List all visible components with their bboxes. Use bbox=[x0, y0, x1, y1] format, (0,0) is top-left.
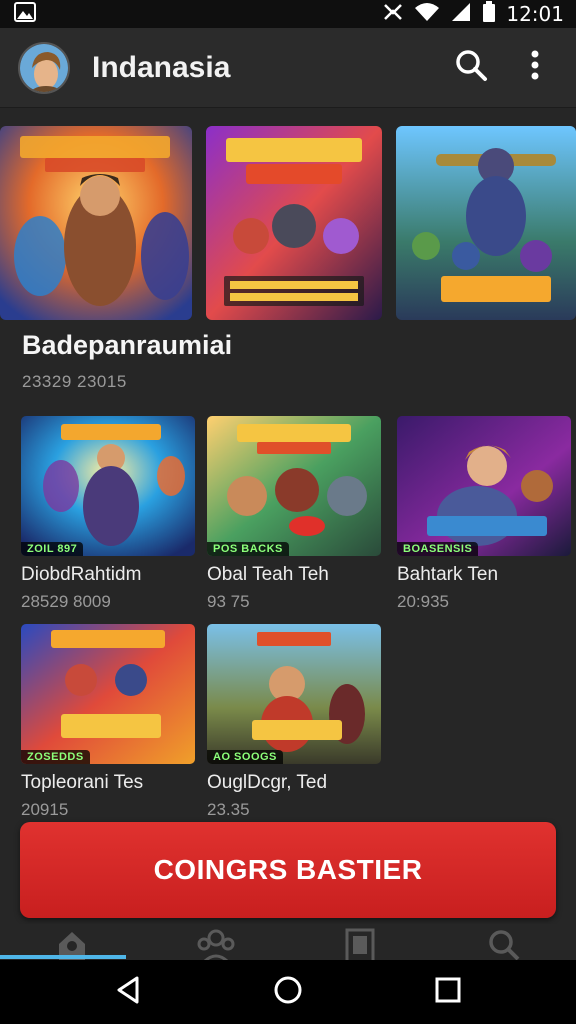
gallery-icon bbox=[14, 1, 36, 27]
search-icon bbox=[487, 924, 521, 960]
home-circle-icon bbox=[273, 975, 303, 1010]
game-meta: 23.35 bbox=[207, 800, 250, 819]
app-bar: Indanasia bbox=[0, 28, 576, 108]
thumbnail-tag: AO SOOGS bbox=[207, 750, 283, 764]
game-title: Topleorani Tes bbox=[21, 772, 144, 793]
game-title: Bahtark Ten bbox=[397, 564, 499, 585]
nfc-icon bbox=[382, 2, 404, 27]
system-navigation-bar bbox=[0, 960, 576, 1024]
status-bar: 12:01 bbox=[0, 0, 576, 28]
game-card[interactable]: AO SOOGS OuglDcgr, Ted 23.35 bbox=[207, 624, 381, 820]
more-vert-icon bbox=[530, 50, 540, 85]
cta-button[interactable]: COINGRS BASTIER bbox=[20, 822, 556, 918]
game-card[interactable]: ZOIL 897 DiobdRahtidm 28529 8009 bbox=[21, 416, 195, 612]
app-title: Indanasia bbox=[92, 50, 231, 84]
game-meta: 20:935 bbox=[397, 592, 449, 611]
home-button[interactable] bbox=[258, 970, 318, 1014]
people-icon bbox=[196, 924, 236, 960]
nav-people[interactable] bbox=[144, 924, 288, 960]
section-title: Badepanraumiai bbox=[22, 330, 233, 360]
avatar[interactable] bbox=[18, 41, 70, 94]
game-title: OuglDcgr, Ted bbox=[207, 772, 328, 793]
game-thumbnail: BOASENSIS bbox=[397, 416, 571, 556]
section-subtitle: 23329 23015 bbox=[22, 372, 127, 391]
app-screen: 12:01 Indanasia Badepanraumiai 23329 230… bbox=[0, 0, 576, 1024]
game-card[interactable]: ZOSEDDS Topleorani Tes 20915 bbox=[21, 624, 195, 820]
game-meta: 93 75 bbox=[207, 592, 250, 611]
back-icon bbox=[113, 975, 143, 1010]
game-meta: 20915 bbox=[21, 800, 69, 819]
nav-search[interactable] bbox=[432, 924, 576, 960]
cta-label: COINGRS BASTIER bbox=[153, 854, 423, 885]
battery-icon bbox=[482, 0, 496, 28]
thumbnail-tag: ZOSEDDS bbox=[21, 750, 90, 764]
search-icon bbox=[454, 48, 488, 87]
status-time: 12:01 bbox=[506, 2, 564, 26]
featured-card[interactable] bbox=[396, 126, 576, 320]
wifi-icon bbox=[414, 2, 440, 27]
game-thumbnail: POS BACKS bbox=[207, 416, 381, 556]
game-title: Obal Teah Teh bbox=[207, 564, 329, 585]
featured-carousel bbox=[0, 126, 576, 322]
game-title: DiobdRahtidm bbox=[21, 564, 142, 585]
more-options-button[interactable] bbox=[512, 45, 558, 91]
nav-library[interactable] bbox=[288, 924, 432, 960]
game-card[interactable]: BOASENSIS Bahtark Ten 20:935 bbox=[397, 416, 571, 612]
thumbnail-tag: BOASENSIS bbox=[397, 542, 479, 556]
search-button[interactable] bbox=[448, 45, 494, 91]
game-card[interactable]: POS BACKS Obal Teah Teh 93 75 bbox=[207, 416, 381, 612]
game-thumbnail: ZOIL 897 bbox=[21, 416, 195, 556]
recents-icon bbox=[434, 976, 462, 1009]
signal-icon bbox=[450, 2, 472, 27]
back-button[interactable] bbox=[98, 970, 158, 1014]
recents-button[interactable] bbox=[418, 970, 478, 1014]
featured-card[interactable] bbox=[206, 126, 382, 320]
game-thumbnail: ZOSEDDS bbox=[21, 624, 195, 764]
featured-card[interactable] bbox=[0, 126, 192, 320]
thumbnail-tag: ZOIL 897 bbox=[21, 542, 84, 556]
game-thumbnail: AO SOOGS bbox=[207, 624, 381, 764]
library-icon bbox=[345, 924, 375, 960]
game-meta: 28529 8009 bbox=[21, 592, 111, 611]
nav-active-indicator bbox=[0, 955, 126, 959]
thumbnail-tag: POS BACKS bbox=[207, 542, 289, 556]
